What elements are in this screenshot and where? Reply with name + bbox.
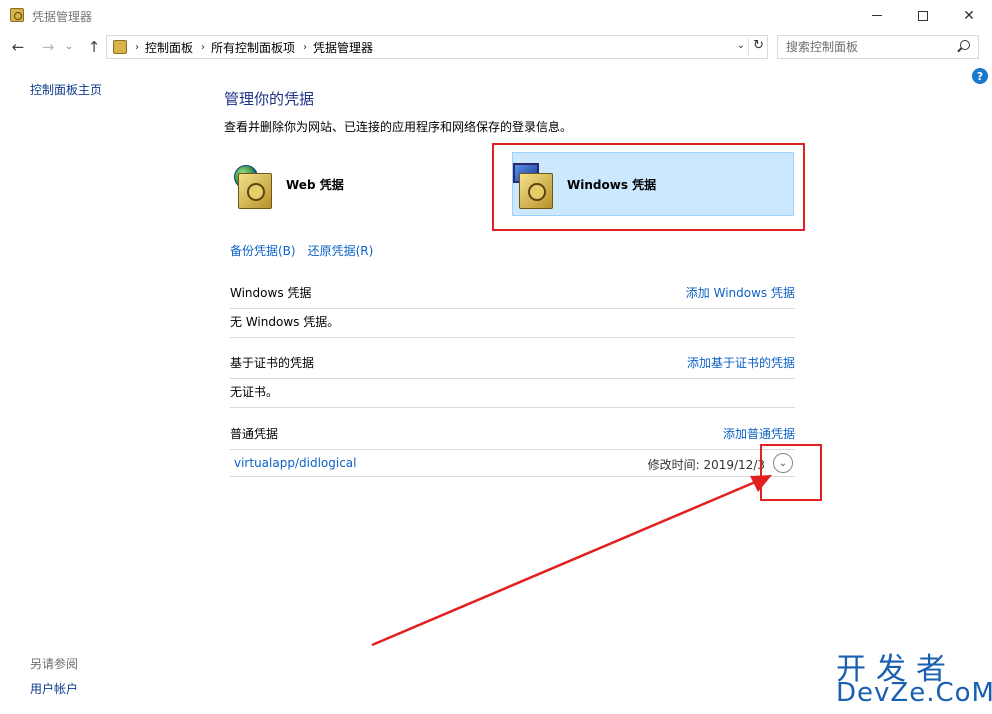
address-bar[interactable]: › 控制面板 › 所有控制面板项 › 凭据管理器 ⌄ ↻ <box>106 35 768 59</box>
address-dropdown-icon[interactable]: ⌄ <box>737 40 745 51</box>
watermark-en: DevZe.CoM <box>836 678 992 708</box>
breadcrumb-separator[interactable]: › <box>201 42 205 53</box>
credential-name[interactable]: virtualapp/didlogical <box>234 456 356 470</box>
certificate-credentials-empty: 无证书。 <box>230 385 279 399</box>
section-title: Windows 凭据 <box>230 286 312 300</box>
up-button[interactable]: ↑ <box>84 36 104 58</box>
web-credentials-label: Web 凭据 <box>286 177 344 192</box>
minimize-icon <box>872 15 882 16</box>
up-arrow-icon: ↑ <box>87 38 101 56</box>
help-button[interactable]: ? <box>972 68 988 84</box>
breadcrumb-all-items[interactable]: 所有控制面板项 <box>211 39 295 56</box>
user-accounts-link[interactable]: 用户帐户 <box>30 680 78 697</box>
search-box[interactable] <box>777 35 979 59</box>
vault-icon <box>238 173 272 209</box>
window-title: 凭据管理器 <box>32 10 93 24</box>
back-button[interactable]: ← <box>8 36 28 58</box>
annotation-box-windows-tile <box>492 143 805 231</box>
title-bar: 凭据管理器 ✕ <box>0 0 992 31</box>
maximize-icon <box>918 10 928 21</box>
section-title: 基于证书的凭据 <box>230 356 315 370</box>
generic-credentials-section: 普通凭据 添加普通凭据 virtualapp/didlogical 修改时间: … <box>230 425 795 477</box>
credential-modified-date: 修改时间: 2019/12/3 <box>647 458 765 472</box>
see-also-heading: 另请参阅 <box>30 657 79 671</box>
divider <box>230 407 795 408</box>
navigation-bar: ← → ⌄ ↑ › 控制面板 › 所有控制面板项 › 凭据管理器 ⌄ ↻ <box>0 33 992 61</box>
page-description: 查看并删除你为网站、已连接的应用程序和网络保存的登录信息。 <box>224 120 573 134</box>
add-certificate-credential-link[interactable]: 添加基于证书的凭据 <box>687 354 795 371</box>
close-button[interactable]: ✕ <box>946 0 992 31</box>
certificate-credentials-section: 基于证书的凭据 添加基于证书的凭据 无证书。 <box>230 354 795 408</box>
breadcrumb-credential-manager[interactable]: 凭据管理器 <box>313 39 373 56</box>
list-item[interactable]: virtualapp/didlogical 修改时间: 2019/12/3 ⌄ <box>230 450 795 476</box>
add-windows-credential-link[interactable]: 添加 Windows 凭据 <box>686 284 795 301</box>
refresh-icon[interactable]: ↻ <box>753 38 764 53</box>
page-title: 管理你的凭据 <box>224 90 315 108</box>
maximize-button[interactable] <box>900 0 946 31</box>
forward-button[interactable]: → <box>38 36 58 58</box>
add-generic-credential-link[interactable]: 添加普通凭据 <box>723 425 795 442</box>
search-input[interactable] <box>778 36 948 58</box>
windows-credentials-empty: 无 Windows 凭据。 <box>230 315 340 329</box>
section-title: 普通凭据 <box>230 427 279 441</box>
control-panel-icon <box>113 40 127 54</box>
control-panel-home-link[interactable]: 控制面板主页 <box>30 81 102 98</box>
backup-restore-actions: 备份凭据(B) 还原凭据(R) <box>230 242 373 259</box>
minimize-button[interactable] <box>854 0 900 31</box>
breadcrumb-separator[interactable]: › <box>303 42 307 53</box>
restore-credentials-link[interactable]: 还原凭据(R) <box>308 242 374 259</box>
breadcrumb-separator[interactable]: › <box>135 42 139 53</box>
breadcrumb-control-panel[interactable]: 控制面板 <box>145 39 193 56</box>
web-credentials-tile[interactable]: Web 凭据 <box>232 152 502 216</box>
forward-arrow-icon: → <box>41 38 55 56</box>
divider <box>230 476 795 477</box>
credential-manager-icon <box>10 8 24 22</box>
address-divider <box>748 38 749 56</box>
back-arrow-icon: ← <box>11 38 25 56</box>
divider <box>230 337 795 338</box>
web-credentials-icon <box>232 159 280 209</box>
recent-locations-button[interactable]: ⌄ <box>62 36 76 58</box>
chevron-down-icon: ⌄ <box>65 42 73 52</box>
annotation-box-expand <box>760 444 822 501</box>
search-icon[interactable] <box>960 40 970 50</box>
close-icon: ✕ <box>963 7 975 24</box>
backup-credentials-link[interactable]: 备份凭据(B) <box>230 242 296 259</box>
windows-credentials-section: Windows 凭据 添加 Windows 凭据 无 Windows 凭据。 <box>230 284 795 338</box>
